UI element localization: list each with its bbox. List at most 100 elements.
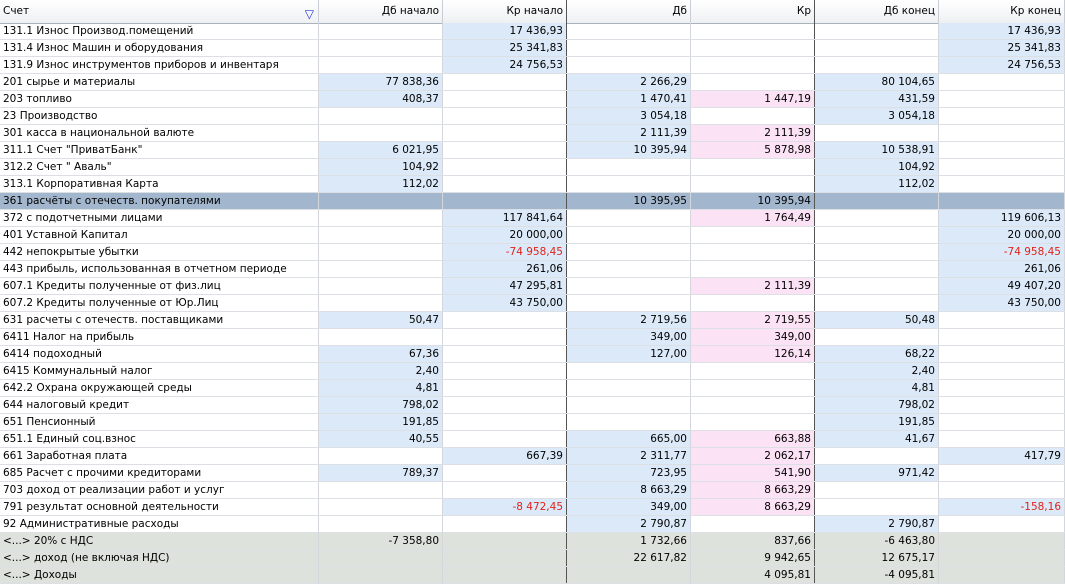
cell-debit[interactable]: 723,95: [567, 465, 691, 481]
cell-credit-end[interactable]: 20 000,00: [939, 227, 1065, 243]
cell-account[interactable]: <...> доход (не включая НДС): [0, 550, 319, 566]
table-row[interactable]: 23 Производство 3 054,18 3 054,18: [0, 108, 1065, 125]
cell-credit[interactable]: [691, 261, 815, 277]
cell-debit-start[interactable]: -7 358,80: [319, 533, 443, 549]
cell-debit-start[interactable]: 6 021,95: [319, 142, 443, 158]
cell-credit-start[interactable]: [443, 176, 567, 192]
cell-account[interactable]: 313.1 Корпоративная Карта: [0, 176, 319, 192]
table-row[interactable]: 607.1 Кредиты полученные от физ.лиц 47 29…: [0, 278, 1065, 295]
cell-debit[interactable]: 2 790,87: [567, 516, 691, 532]
cell-account[interactable]: <...> 20% с НДС: [0, 533, 319, 549]
cell-debit[interactable]: [567, 176, 691, 192]
cell-credit[interactable]: 8 663,29: [691, 482, 815, 498]
cell-debit-start[interactable]: [319, 499, 443, 515]
cell-debit-start[interactable]: 789,37: [319, 465, 443, 481]
cell-credit-end[interactable]: [939, 74, 1065, 90]
cell-credit-end[interactable]: [939, 346, 1065, 362]
cell-debit-end[interactable]: 104,92: [815, 159, 939, 175]
cell-debit-start[interactable]: 104,92: [319, 159, 443, 175]
cell-debit[interactable]: 1 732,66: [567, 533, 691, 549]
cell-credit-end[interactable]: [939, 414, 1065, 430]
cell-debit-start[interactable]: 50,47: [319, 312, 443, 328]
table-row[interactable]: 401 Уставной Капитал 20 000,00 20 000,00: [0, 227, 1065, 244]
table-row[interactable]: 372 с подотчетными лицами 117 841,64 1 764…: [0, 210, 1065, 227]
cell-debit[interactable]: 2 719,56: [567, 312, 691, 328]
cell-debit-end[interactable]: [815, 329, 939, 345]
cell-account[interactable]: 791 результат основной деятельности: [0, 499, 319, 515]
cell-credit-start[interactable]: [443, 312, 567, 328]
cell-credit-start[interactable]: 20 000,00: [443, 227, 567, 243]
cell-debit[interactable]: [567, 227, 691, 243]
cell-debit-start[interactable]: [319, 40, 443, 56]
cell-debit-start[interactable]: [319, 329, 443, 345]
table-row[interactable]: 644 налоговый кредит 798,02 798,02: [0, 397, 1065, 414]
cell-credit-start[interactable]: 25 341,83: [443, 40, 567, 56]
cell-account[interactable]: <...> Доходы: [0, 567, 319, 583]
table-row[interactable]: 443 прибыль, использованная в отчетном п…: [0, 261, 1065, 278]
cell-debit-end[interactable]: [815, 210, 939, 226]
cell-credit[interactable]: [691, 380, 815, 396]
table-row[interactable]: 791 результат основной деятельности -8 47…: [0, 499, 1065, 516]
cell-account[interactable]: 301 касса в национальной валюте: [0, 125, 319, 141]
cell-debit[interactable]: 8 663,29: [567, 482, 691, 498]
cell-debit-start[interactable]: [319, 295, 443, 311]
cell-debit[interactable]: 2 111,39: [567, 125, 691, 141]
cell-debit-end[interactable]: 10 538,91: [815, 142, 939, 158]
cell-debit-start[interactable]: 798,02: [319, 397, 443, 413]
cell-debit[interactable]: 2 266,29: [567, 74, 691, 90]
cell-credit[interactable]: [691, 397, 815, 413]
cell-debit-end[interactable]: [815, 482, 939, 498]
cell-credit-end[interactable]: [939, 380, 1065, 396]
cell-account[interactable]: 312.2 Счет " Аваль": [0, 159, 319, 175]
cell-debit-start[interactable]: [319, 482, 443, 498]
table-row[interactable]: 651 Пенсионный 191,85 191,85: [0, 414, 1065, 431]
cell-debit-start[interactable]: [319, 261, 443, 277]
cell-credit[interactable]: [691, 23, 815, 39]
cell-debit-end[interactable]: [815, 57, 939, 73]
cell-credit[interactable]: 10 395,94: [691, 193, 815, 209]
cell-debit-end[interactable]: 4,81: [815, 380, 939, 396]
cell-credit-start[interactable]: [443, 516, 567, 532]
table-row[interactable]: 6415 Коммунальный налог 2,40 2,40: [0, 363, 1065, 380]
cell-account[interactable]: 6414 подоходный: [0, 346, 319, 362]
cell-credit[interactable]: 5 878,98: [691, 142, 815, 158]
cell-credit-end[interactable]: -158,16: [939, 499, 1065, 515]
cell-debit-start[interactable]: 191,85: [319, 414, 443, 430]
cell-credit-end[interactable]: [939, 397, 1065, 413]
cell-debit[interactable]: [567, 40, 691, 56]
table-row[interactable]: 651.1 Единый соц.взнос 40,55 665,00 663,88 4…: [0, 431, 1065, 448]
cell-debit-start[interactable]: [319, 210, 443, 226]
table-row[interactable]: 6411 Налог на прибыль 349,00 349,00: [0, 329, 1065, 346]
table-row[interactable]: 313.1 Корпоративная Карта 112,02 112,02: [0, 176, 1065, 193]
summary-row[interactable]: <...> Доходы 4 095,81 -4 095,81: [0, 567, 1065, 584]
cell-debit-end[interactable]: [815, 499, 939, 515]
account-balance-grid[interactable]: Счет ▽ Дб начало Кр начало Дб Кр Дб коне…: [0, 0, 1065, 588]
table-row[interactable]: 131.4 Износ Машин и оборудования 25 341,8…: [0, 40, 1065, 57]
cell-debit-end[interactable]: 41,67: [815, 431, 939, 447]
cell-credit-end[interactable]: [939, 193, 1065, 209]
cell-debit-end[interactable]: [815, 278, 939, 294]
cell-credit-start[interactable]: 47 295,81: [443, 278, 567, 294]
cell-debit-end[interactable]: 2 790,87: [815, 516, 939, 532]
cell-debit[interactable]: [567, 363, 691, 379]
table-row[interactable]: 131.9 Износ инструментов приборов и инве…: [0, 57, 1065, 74]
cell-credit-start[interactable]: [443, 142, 567, 158]
summary-row[interactable]: <...> 20% с НДС -7 358,80 1 732,66 837,66 -6…: [0, 533, 1065, 550]
column-header-debit-end[interactable]: Дб конец: [815, 0, 939, 23]
cell-account[interactable]: 311.1 Счет "ПриватБанк": [0, 142, 319, 158]
cell-credit-end[interactable]: 17 436,93: [939, 23, 1065, 39]
cell-debit-end[interactable]: 12 675,17: [815, 550, 939, 566]
cell-account[interactable]: 401 Уставной Капитал: [0, 227, 319, 243]
cell-credit-start[interactable]: -74 958,45: [443, 244, 567, 260]
column-header-credit[interactable]: Кр: [691, 0, 815, 23]
cell-debit[interactable]: [567, 414, 691, 430]
cell-credit-start[interactable]: [443, 397, 567, 413]
cell-debit-start[interactable]: 67,36: [319, 346, 443, 362]
table-row[interactable]: 703 доход от реализации работ и услуг 8 6…: [0, 482, 1065, 499]
cell-credit-end[interactable]: [939, 159, 1065, 175]
cell-debit-end[interactable]: -4 095,81: [815, 567, 939, 583]
cell-credit-end[interactable]: [939, 567, 1065, 583]
cell-credit[interactable]: [691, 295, 815, 311]
cell-credit[interactable]: 126,14: [691, 346, 815, 362]
cell-credit-end[interactable]: [939, 516, 1065, 532]
